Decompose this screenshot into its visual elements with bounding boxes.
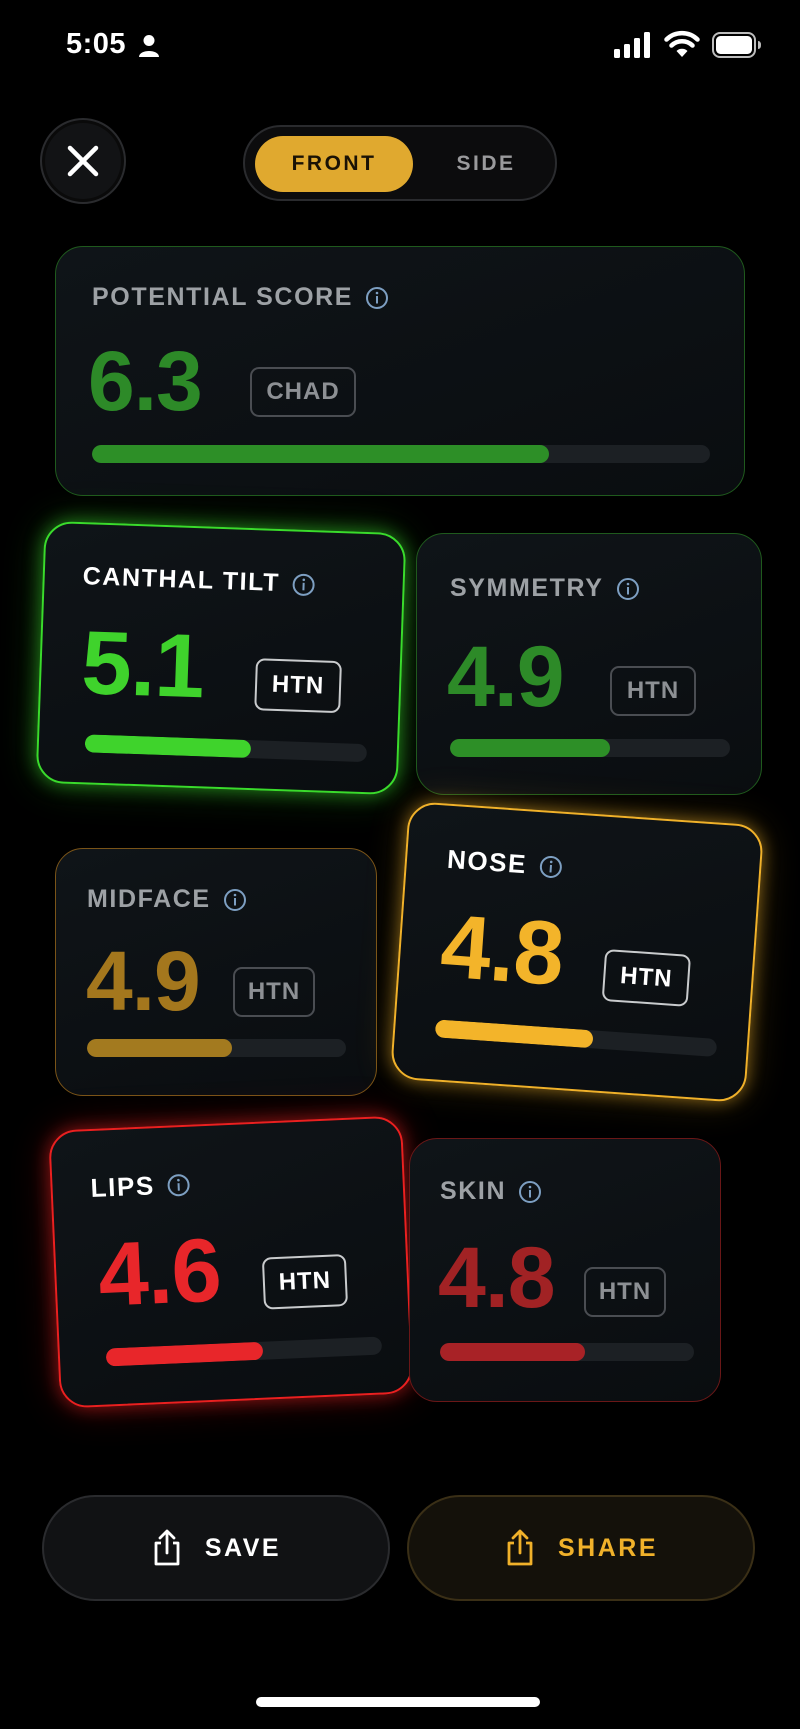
potential-score-card[interactable]: POTENTIAL SCORE 6.3 CHAD [55, 246, 745, 496]
card-score: 4.8 [438, 1230, 556, 1326]
card-score: 4.9 [86, 934, 201, 1028]
card-title: LIPS [90, 1169, 191, 1204]
tab-side[interactable]: SIDE [431, 136, 541, 192]
home-indicator [256, 1697, 540, 1707]
battery-icon [712, 32, 761, 58]
rating-badge: HTN [601, 948, 692, 1007]
card-title: POTENTIAL SCORE [92, 283, 389, 312]
card-score: 4.9 [447, 629, 565, 725]
card-title: NOSE [446, 844, 564, 883]
share-button[interactable]: SHARE [407, 1495, 755, 1601]
progress-track [87, 1039, 346, 1057]
info-icon[interactable] [518, 1180, 542, 1204]
status-bar: 5:05 [0, 0, 800, 95]
info-icon[interactable] [616, 577, 640, 601]
card-title-label: CANTHAL TILT [82, 562, 281, 598]
progress-track [450, 739, 730, 757]
midface-card[interactable]: MIDFACE 4.9 HTN [55, 848, 377, 1096]
progress-fill [84, 734, 252, 759]
rating-badge: HTN [261, 1253, 349, 1310]
progress-track [440, 1343, 694, 1361]
progress-track [92, 445, 710, 463]
card-title: SKIN [440, 1177, 542, 1206]
symmetry-card[interactable]: SYMMETRY 4.9 HTN [416, 533, 762, 795]
results-screen: 5:05 FRONT SIDE POTENTIAL SCORE 6.3 CHAD… [0, 0, 800, 1729]
card-title-label: MIDFACE [87, 885, 211, 913]
card-title-label: SKIN [440, 1177, 507, 1205]
save-button[interactable]: SAVE [42, 1495, 390, 1601]
card-title-label: POTENTIAL SCORE [92, 283, 354, 311]
progress-fill [87, 1039, 233, 1057]
card-title-label: LIPS [89, 1170, 156, 1204]
card-title-label: SYMMETRY [450, 574, 604, 602]
view-toggle: FRONT SIDE [243, 125, 557, 201]
info-icon[interactable] [223, 888, 247, 912]
card-score: 4.6 [96, 1220, 223, 1326]
share-button-label: SHARE [557, 1533, 658, 1562]
nose-card[interactable]: NOSE 4.8 HTN [389, 800, 765, 1104]
tab-front[interactable]: FRONT [255, 136, 413, 192]
info-icon[interactable] [538, 854, 564, 880]
info-icon[interactable] [166, 1172, 191, 1197]
close-icon [67, 145, 99, 177]
rating-badge: HTN [610, 666, 696, 716]
progress-track [105, 1336, 383, 1367]
progress-track [434, 1019, 718, 1057]
card-title: CANTHAL TILT [82, 562, 316, 599]
cellular-signal-icon [614, 32, 650, 58]
card-score: 4.8 [437, 896, 567, 1005]
person-icon [139, 35, 159, 57]
card-title: SYMMETRY [450, 574, 640, 603]
card-score: 6.3 [88, 334, 203, 428]
save-button-label: SAVE [204, 1533, 282, 1562]
card-title: MIDFACE [87, 885, 247, 914]
progress-track [84, 734, 368, 763]
rating-badge: HTN [233, 967, 315, 1017]
progress-fill [440, 1343, 585, 1361]
share-out-icon [154, 1529, 180, 1566]
card-title-label: NOSE [446, 843, 529, 880]
rating-badge: HTN [254, 658, 342, 714]
card-score: 5.1 [79, 613, 206, 718]
progress-fill [105, 1341, 264, 1367]
progress-fill [450, 739, 610, 757]
info-icon[interactable] [292, 572, 317, 597]
lips-card[interactable]: LIPS 4.6 HTN [48, 1115, 414, 1409]
rating-badge: CHAD [250, 367, 356, 417]
progress-fill [92, 445, 550, 463]
info-icon[interactable] [365, 286, 389, 310]
progress-fill [434, 1019, 594, 1049]
share-out-icon [507, 1529, 533, 1566]
wifi-icon [664, 30, 700, 57]
canthal-tilt-card[interactable]: CANTHAL TILT 5.1 HTN [35, 520, 407, 796]
rating-badge: HTN [584, 1267, 666, 1317]
skin-card[interactable]: SKIN 4.8 HTN [409, 1138, 721, 1402]
close-button[interactable] [40, 118, 126, 204]
status-time: 5:05 [66, 28, 127, 60]
